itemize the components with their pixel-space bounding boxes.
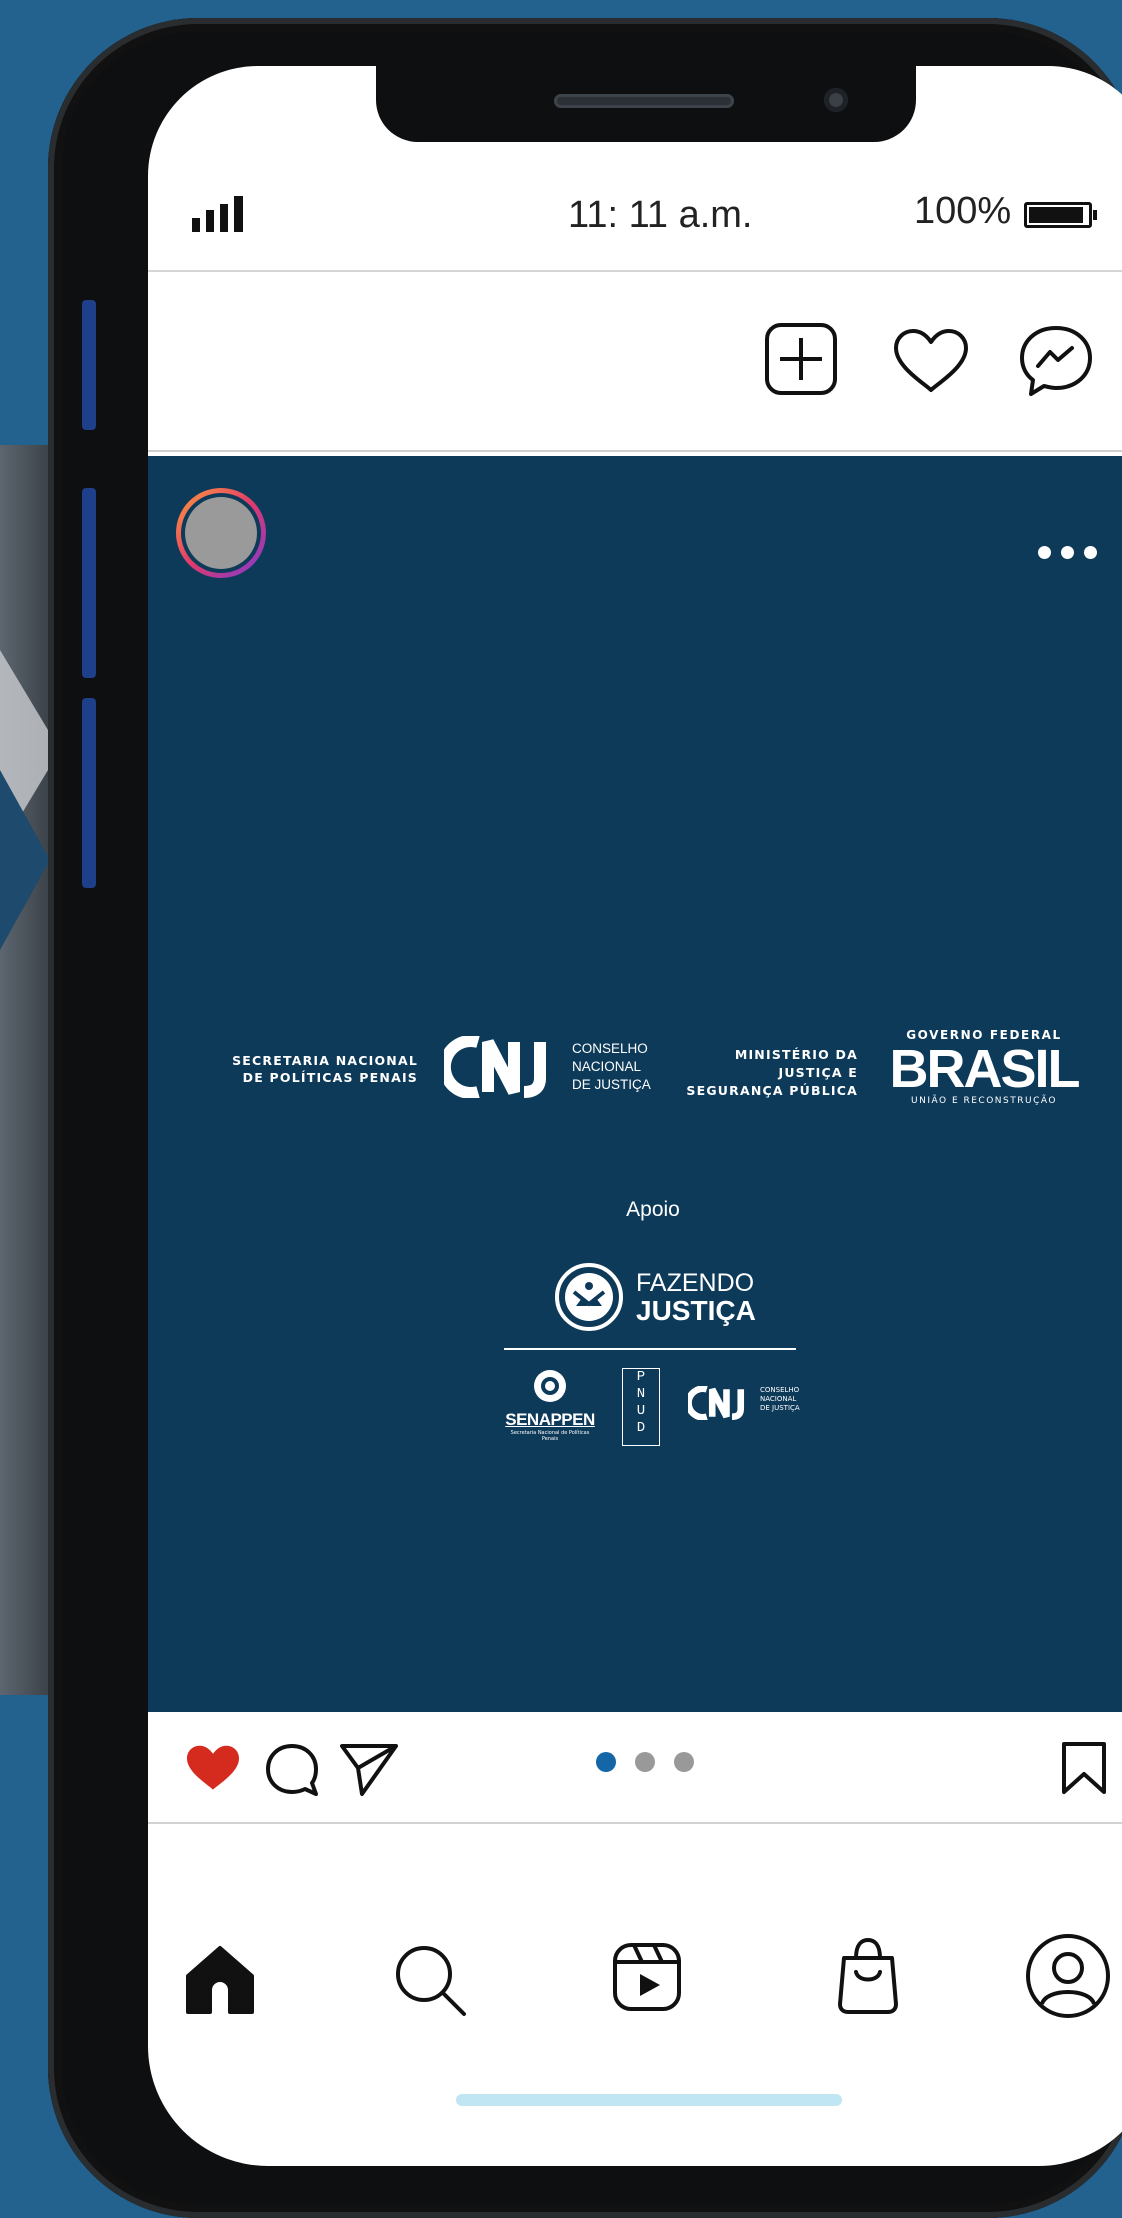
phone-screen: 11: 11 a.m. 100% SECRETARIA NACIONAL DE … [148,66,1122,2166]
apoio-label: Apoio [626,1198,680,1221]
background-shape [0,770,50,950]
battery-percentage: 100% [914,190,1012,232]
volume-down-button [82,698,96,888]
front-camera [824,88,848,112]
volume-up-button [82,488,96,678]
post-actions [148,1712,1122,1826]
logo-fazendo-justica: FAZENDO JUSTIÇA [554,1262,756,1332]
cnj-small-name: CONSELHO NACIONAL DE JUSTIÇA [760,1386,800,1412]
home-icon[interactable] [182,1942,258,2018]
shop-bag-icon[interactable] [834,1936,902,2016]
avatar[interactable] [176,488,266,578]
divider [504,1348,796,1350]
divider [148,1822,1122,1824]
logo-cnj [444,1036,546,1098]
status-time: 11: 11 a.m. [568,194,753,236]
more-options-button[interactable] [1038,546,1097,559]
logo-cnj-small [688,1386,745,1420]
fazendo-justica-emblem-icon [555,1263,623,1331]
logo-senappen: SENAPPEN Secretaria Nacional de Política… [504,1366,596,1442]
battery-icon [1024,202,1097,228]
divider [148,450,1122,452]
partner-logos: SENAPPEN Secretaria Nacional de Política… [504,1366,804,1446]
battery-level [1029,207,1083,223]
reels-icon[interactable] [612,1942,682,2012]
logo-governo-federal: GOVERNO FEDERAL BRASIL UNIÃO E RECONSTRU… [889,1028,1081,1106]
notch [376,66,916,142]
new-post-icon[interactable] [764,322,838,396]
comment-icon[interactable] [264,1742,320,1798]
post-image[interactable]: SECRETARIA NACIONAL DE POLÍTICAS PENAIS … [148,456,1122,1712]
bottom-navigation [148,1934,1122,2056]
speaker [554,94,734,108]
logo-secretaria-politicas-penais: SECRETARIA NACIONAL DE POLÍTICAS PENAIS [232,1053,418,1085]
like-heart-icon[interactable] [184,1742,242,1794]
silent-switch [82,300,96,430]
carousel-dot-active [596,1752,616,1772]
brasao-icon [534,1370,566,1402]
phone-frame: 11: 11 a.m. 100% SECRETARIA NACIONAL DE … [48,18,1122,2218]
carousel-dot [674,1752,694,1772]
carousel-indicator [596,1752,694,1772]
logo-ministerio-justica: MINISTÉRIO DA JUSTIÇA E SEGURANÇA PÚBLIC… [686,1047,858,1098]
logo-pnud: P N U D [622,1368,660,1446]
messenger-icon[interactable] [1018,324,1094,398]
carousel-dot [635,1752,655,1772]
share-send-icon[interactable] [338,1740,400,1798]
home-indicator[interactable] [456,2094,842,2106]
divider [148,270,1122,272]
activity-heart-icon[interactable] [892,328,970,394]
bookmark-icon[interactable] [1060,1740,1108,1796]
profile-icon[interactable] [1024,1932,1112,2020]
search-icon[interactable] [390,1940,470,2020]
cnj-name: CONSELHO NACIONAL DE JUSTIÇA [572,1041,651,1092]
signal-icon [192,196,243,232]
